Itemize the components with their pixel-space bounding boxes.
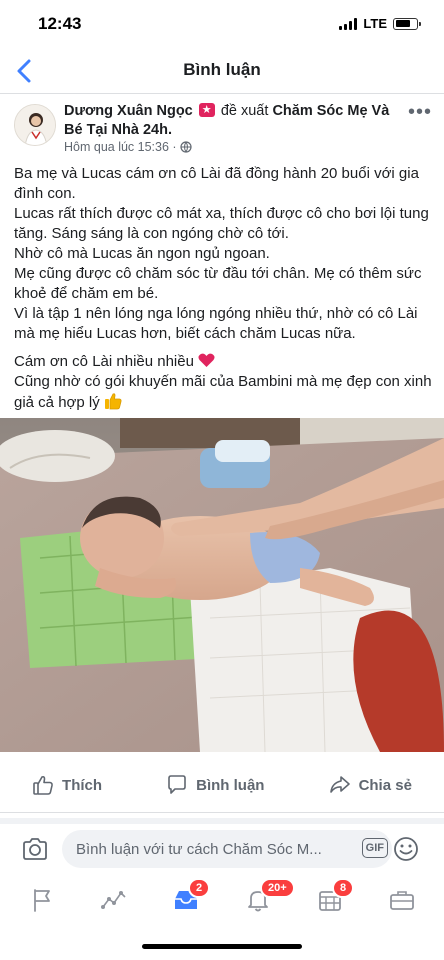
comment-composer: Bình luận với tư cách Chăm Sóc M... GIF <box>0 826 444 872</box>
thanks-text: Cám ơn cô Lài nhiều nhiều <box>14 353 194 370</box>
status-indicators: LTE <box>339 16 421 31</box>
tab-notifications[interactable]: 20+ <box>236 878 295 920</box>
nav-header: Bình luận <box>0 48 444 94</box>
flag-icon <box>34 889 50 912</box>
emoji-button[interactable] <box>392 835 420 863</box>
battery-fill <box>395 20 410 27</box>
author-line: Dương Xuân Ngọc đề xuất Chăm Sóc Mẹ Và B… <box>64 101 404 140</box>
heart-icon <box>198 353 215 367</box>
comment-section-separator <box>0 818 444 824</box>
post-timestamp: Hôm qua lúc 15:36 · <box>64 140 192 154</box>
comment-bubble-icon <box>168 775 186 794</box>
comment-input[interactable]: Bình luận với tư cách Chăm Sóc M... GIF <box>62 830 392 868</box>
post-thanks-line: Cám ơn cô Lài nhiều nhiều <box>14 352 434 372</box>
tab-calendar[interactable]: 8 <box>308 878 355 920</box>
like-button[interactable]: Thích <box>32 774 102 796</box>
baby-massage-photo <box>0 418 444 752</box>
flag-badge-icon <box>198 101 215 120</box>
insights-chart-icon <box>101 891 126 909</box>
share-label: Chia sẻ <box>358 776 412 794</box>
post-header: Dương Xuân Ngọc đề xuất Chăm Sóc Mẹ Và B… <box>0 96 444 162</box>
comment-placeholder: Bình luận với tư cách Chăm Sóc M... <box>76 840 322 858</box>
post-action-bar: Thích Bình luận Chia sẻ <box>0 768 444 802</box>
share-arrow-icon <box>329 776 350 793</box>
status-time: 12:43 <box>38 14 82 33</box>
tab-insights[interactable] <box>92 880 136 920</box>
battery-icon <box>393 17 421 30</box>
globe-icon <box>179 141 192 153</box>
camera-icon <box>23 838 47 860</box>
recommend-verb: đề xuất <box>220 103 269 119</box>
post-photo[interactable] <box>0 418 444 752</box>
network-label: LTE <box>363 16 387 31</box>
post-paragraph: Ba mẹ và Lucas cám ơn cô Lài đã đồng hàn… <box>14 165 419 202</box>
avatar-person-icon <box>15 105 55 145</box>
share-button[interactable]: Chia sẻ <box>329 774 412 796</box>
tab-inbox[interactable]: 2 <box>164 878 211 920</box>
timestamp-text: Hôm qua lúc 15:36 · <box>64 140 177 154</box>
more-options-icon[interactable]: ••• <box>408 102 432 122</box>
post-paragraph: Lucas rất thích được cô mát xa, thích đư… <box>14 205 429 242</box>
calendar-badge: 8 <box>332 878 355 898</box>
comment-label: Bình luận <box>196 776 265 794</box>
status-bar: 12:43 LTE <box>0 0 444 48</box>
bottom-tab-bar: 2 20+ 8 <box>0 876 444 924</box>
thumbs-up-emoji-icon <box>104 393 122 410</box>
divider <box>0 812 444 813</box>
post-closing-line: Cũng nhờ có gói khuyến mãi của Bambini m… <box>14 372 434 413</box>
gif-button[interactable]: GIF <box>361 838 388 858</box>
author-name[interactable]: Dương Xuân Ngọc <box>64 103 193 119</box>
home-indicator <box>142 944 302 949</box>
notifications-badge: 20+ <box>260 878 295 898</box>
post-paragraph: Vì là tập 1 nên lóng nga lóng ngóng nhiề… <box>14 305 418 342</box>
avatar[interactable] <box>14 104 56 146</box>
post-paragraph: Mẹ cũng được cô chăm sóc từ đầu tới chân… <box>14 265 422 302</box>
briefcase-icon <box>390 891 414 910</box>
signal-icon <box>339 17 358 30</box>
smiley-icon <box>394 837 418 861</box>
inbox-badge: 2 <box>188 878 211 898</box>
comment-button[interactable]: Bình luận <box>166 774 264 796</box>
page-title: Bình luận <box>183 60 261 79</box>
post-body: Ba mẹ và Lucas cám ơn cô Lài đã đồng hàn… <box>14 164 434 413</box>
tab-tools[interactable] <box>380 880 424 920</box>
post-paragraph: Nhờ cô mà Lucas ăn ngon ngủ ngoan. <box>14 245 270 262</box>
tab-pages[interactable] <box>20 880 64 920</box>
thumbs-up-icon <box>33 775 53 795</box>
closing-text: Cũng nhờ có gói khuyến mãi của Bambini m… <box>14 373 432 411</box>
camera-button[interactable] <box>20 834 50 864</box>
like-label: Thích <box>62 776 103 794</box>
